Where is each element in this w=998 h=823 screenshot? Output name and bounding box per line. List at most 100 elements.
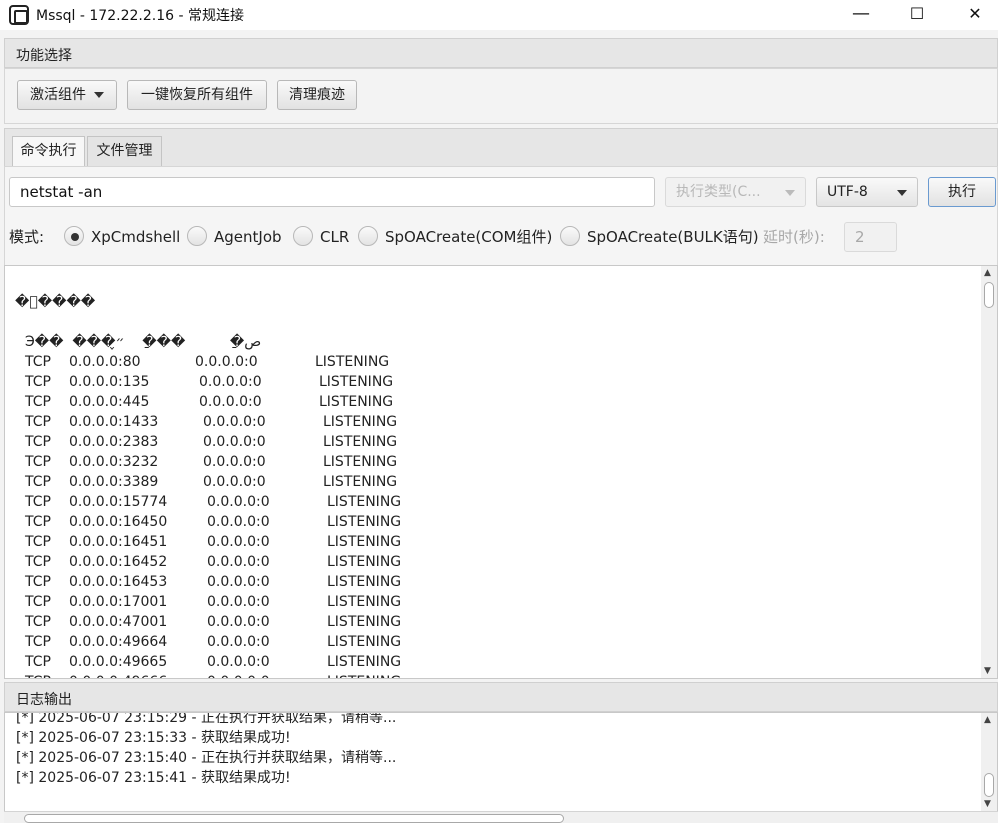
row-local-address: 0.0.0.0:49664 — [69, 634, 168, 650]
output-scroll-thumb[interactable] — [984, 282, 994, 308]
row-state: LISTENING — [323, 434, 398, 450]
row-foreign-address: 0.0.0.0:0 — [203, 454, 266, 470]
row-foreign-address: 0.0.0.0:0 — [203, 474, 266, 490]
exec-type-placeholder: 执行类型(C... — [676, 184, 761, 200]
row-foreign-address: 0.0.0.0:0 — [203, 414, 266, 430]
maximize-button[interactable]: ☐ — [894, 0, 940, 30]
delay-label: 延时(秒): — [763, 228, 825, 246]
table-row: TCP 0.0.0.0:1433 0.0.0.0:0 LISTENING — [5, 412, 965, 432]
row-local-address: 0.0.0.0:1433 — [69, 414, 159, 430]
window-title: Mssql - 172.22.2.16 - 常规连接 — [36, 8, 244, 24]
mode-option-label: SpOACreate(BULK语句) — [587, 228, 759, 246]
row-protocol: TCP — [25, 654, 51, 670]
row-protocol: TCP — [25, 394, 51, 410]
tab-file-manager[interactable]: 文件管理 — [87, 136, 162, 166]
row-foreign-address: 0.0.0.0:0 — [207, 672, 270, 678]
row-foreign-address: 0.0.0.0:0 — [207, 494, 270, 510]
chevron-down-icon — [897, 190, 907, 196]
row-local-address: 0.0.0.0:80 — [69, 354, 141, 370]
row-protocol: TCP — [25, 534, 51, 550]
activate-component-dropdown[interactable]: 激活组件 — [17, 80, 117, 110]
command-output-area[interactable]: � ���� Э�� ���ص�ַ ���ַ ״̬ TCP 0.0.0.0:80 0… — [4, 265, 998, 679]
row-local-address: 0.0.0.0:445 — [69, 394, 150, 410]
table-row: TCP 0.0.0.0:80 0.0.0.0:0 LISTENING — [5, 352, 965, 372]
row-state: LISTENING — [327, 614, 402, 630]
row-protocol: TCP — [25, 634, 51, 650]
row-protocol: TCP — [25, 474, 51, 490]
log-output-area[interactable]: [*] 2025-06-07 23:15:29 - 正在执行并获取结果，请稍等.… — [4, 712, 998, 812]
table-row: TCP 0.0.0.0:3232 0.0.0.0:0 LISTENING — [5, 452, 965, 472]
log-line: [*] 2025-06-07 23:15:33 - 获取结果成功! — [16, 730, 291, 746]
output-scrollbar[interactable]: ▲ ▼ — [981, 266, 997, 678]
log-horizontal-scrollbar[interactable] — [4, 811, 998, 823]
scroll-down-icon[interactable]: ▼ — [984, 799, 991, 809]
row-local-address: 0.0.0.0:16450 — [69, 514, 168, 530]
row-state: LISTENING — [319, 394, 394, 410]
row-local-address: 0.0.0.0:2383 — [69, 434, 159, 450]
row-foreign-address: 0.0.0.0:0 — [207, 574, 270, 590]
row-foreign-address: 0.0.0.0:0 — [203, 434, 266, 450]
delay-input[interactable]: 2 — [844, 222, 897, 252]
table-row: TCP 0.0.0.0:16450 0.0.0.0:0 LISTENING — [5, 512, 965, 532]
row-local-address: 0.0.0.0:135 — [69, 374, 150, 390]
row-state: LISTENING — [327, 672, 401, 678]
row-foreign-address: 0.0.0.0:0 — [207, 534, 270, 550]
log-scroll-thumb[interactable] — [984, 773, 994, 797]
row-local-address: 0.0.0.0:17001 — [69, 594, 168, 610]
row-foreign-address: 0.0.0.0:0 — [207, 654, 270, 670]
row-state: LISTENING — [327, 514, 402, 530]
chevron-down-icon — [94, 92, 104, 98]
mode-option-label: CLR — [320, 228, 350, 246]
row-local-address: 0.0.0.0:3389 — [69, 474, 159, 490]
row-local-address: 0.0.0.0:16452 — [69, 554, 168, 570]
log-line: [*] 2025-06-07 23:15:29 - 正在执行并获取结果，请稍等.… — [16, 712, 397, 726]
row-foreign-address: 0.0.0.0:0 — [207, 634, 270, 650]
mode-option-label: SpOACreate(COM组件) — [385, 228, 553, 246]
row-foreign-address: 0.0.0.0:0 — [199, 374, 262, 390]
row-state: LISTENING — [327, 654, 402, 670]
row-protocol: TCP — [25, 414, 51, 430]
function-section-title: 功能选择 — [16, 48, 72, 64]
restore-all-components-button[interactable]: 一键恢复所有组件 — [127, 80, 267, 110]
close-button[interactable]: ✕ — [952, 0, 998, 30]
table-row: TCP 0.0.0.0:49666 0.0.0.0:0 LISTENING — [5, 672, 965, 678]
row-local-address: 0.0.0.0:3232 — [69, 454, 159, 470]
exec-type-select[interactable]: 执行类型(C... — [665, 177, 806, 207]
minimize-button[interactable]: — — [838, 0, 884, 30]
mode-label: 模式: — [9, 228, 45, 246]
row-local-address: 0.0.0.0:49666 — [69, 672, 167, 678]
scroll-up-icon[interactable]: ▲ — [984, 268, 991, 278]
command-input[interactable]: netstat -an — [9, 177, 655, 207]
log-horizontal-scroll-thumb[interactable] — [24, 814, 564, 823]
row-protocol: TCP — [25, 672, 51, 678]
row-foreign-address: 0.0.0.0:0 — [207, 554, 270, 570]
radio-selected-icon — [64, 226, 84, 246]
row-local-address: 0.0.0.0:16453 — [69, 574, 168, 590]
log-line: [*] 2025-06-07 23:15:41 - 获取结果成功! — [16, 770, 291, 786]
row-protocol: TCP — [25, 374, 51, 390]
radio-icon — [358, 226, 378, 246]
scroll-down-icon[interactable]: ▼ — [984, 666, 991, 676]
row-protocol: TCP — [25, 614, 51, 630]
row-state: LISTENING — [327, 554, 402, 570]
table-row: TCP 0.0.0.0:445 0.0.0.0:0 LISTENING — [5, 392, 965, 412]
table-row: TCP 0.0.0.0:49665 0.0.0.0:0 LISTENING — [5, 652, 965, 672]
table-row: TCP 0.0.0.0:15774 0.0.0.0:0 LISTENING — [5, 492, 965, 512]
row-state: LISTENING — [319, 374, 394, 390]
row-state: LISTENING — [327, 534, 402, 550]
clean-traces-button[interactable]: 清理痕迹 — [277, 80, 357, 110]
row-protocol: TCP — [25, 554, 51, 570]
encoding-select[interactable]: UTF-8 — [816, 177, 918, 207]
log-section-title: 日志输出 — [16, 692, 72, 708]
row-state: LISTENING — [327, 594, 402, 610]
mode-option-label: XpCmdshell — [91, 228, 181, 246]
row-local-address: 0.0.0.0:16451 — [69, 534, 168, 550]
scroll-up-icon[interactable]: ▲ — [984, 715, 991, 725]
run-button[interactable]: 执行 — [928, 177, 996, 207]
app-logo-icon — [9, 5, 29, 25]
table-row: TCP 0.0.0.0:16453 0.0.0.0:0 LISTENING — [5, 572, 965, 592]
output-garbled-header: Э�� ���ص�ַ ���ַ ״̬ — [25, 334, 262, 350]
row-state: LISTENING — [315, 354, 390, 370]
tab-command-exec[interactable]: 命令执行 — [12, 136, 85, 166]
log-scrollbar[interactable]: ▲ ▼ — [981, 713, 997, 811]
